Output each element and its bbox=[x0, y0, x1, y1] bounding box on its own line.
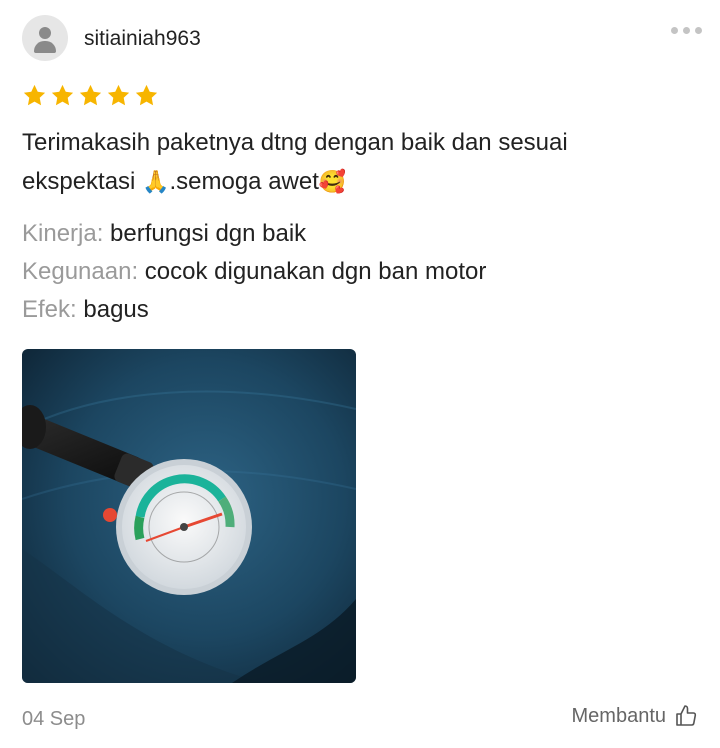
pray-emoji-icon: 🙏 bbox=[142, 169, 170, 194]
review-text-part: .semoga awet bbox=[169, 168, 319, 195]
attribute-value: bagus bbox=[83, 296, 149, 323]
star-icon bbox=[23, 84, 46, 106]
attribute-key: Kegunaan: bbox=[22, 258, 139, 285]
thumbs-up-icon bbox=[676, 705, 697, 726]
helpful-label: Membantu bbox=[571, 704, 667, 727]
attribute-key: Efek: bbox=[22, 296, 77, 323]
username[interactable]: sitiainiah963 bbox=[84, 27, 201, 51]
star-icon bbox=[135, 84, 158, 106]
review-text-line: ekspektasi 🙏.semoga awet🥰 bbox=[22, 162, 692, 201]
review-date: 04 Sep bbox=[22, 708, 86, 730]
review-text: Terimakasih paketnya dtng dengan baik da… bbox=[22, 123, 692, 201]
tire-pressure-gauge-photo bbox=[22, 349, 356, 683]
user-avatar-icon[interactable] bbox=[22, 15, 68, 61]
smile-emoji-icon: 🥰 bbox=[318, 169, 347, 194]
attribute-row: Kinerja: berfungsi dgn baik bbox=[22, 215, 486, 253]
helpful-button[interactable]: Membantu bbox=[572, 704, 699, 728]
more-dots-icon[interactable] bbox=[671, 23, 702, 37]
review-attributes: Kinerja: berfungsi dgn baik Kegunaan: co… bbox=[22, 215, 486, 329]
review-text-part: ekspektasi bbox=[22, 168, 143, 195]
star-icon bbox=[51, 84, 74, 106]
attribute-row: Efek: bagus bbox=[22, 291, 486, 329]
star-icon bbox=[79, 84, 102, 106]
review-photo[interactable] bbox=[22, 349, 356, 683]
attribute-value: cocok digunakan dgn ban motor bbox=[144, 258, 487, 285]
attribute-value: berfungsi dgn baik bbox=[110, 220, 307, 247]
star-rating bbox=[22, 83, 159, 108]
attribute-row: Kegunaan: cocok digunakan dgn ban motor bbox=[22, 253, 486, 291]
review-header: sitiainiah963 bbox=[22, 15, 702, 63]
review-text-line: Terimakasih paketnya dtng dengan baik da… bbox=[22, 129, 568, 156]
attribute-key: Kinerja: bbox=[22, 220, 104, 247]
star-icon bbox=[107, 84, 130, 106]
